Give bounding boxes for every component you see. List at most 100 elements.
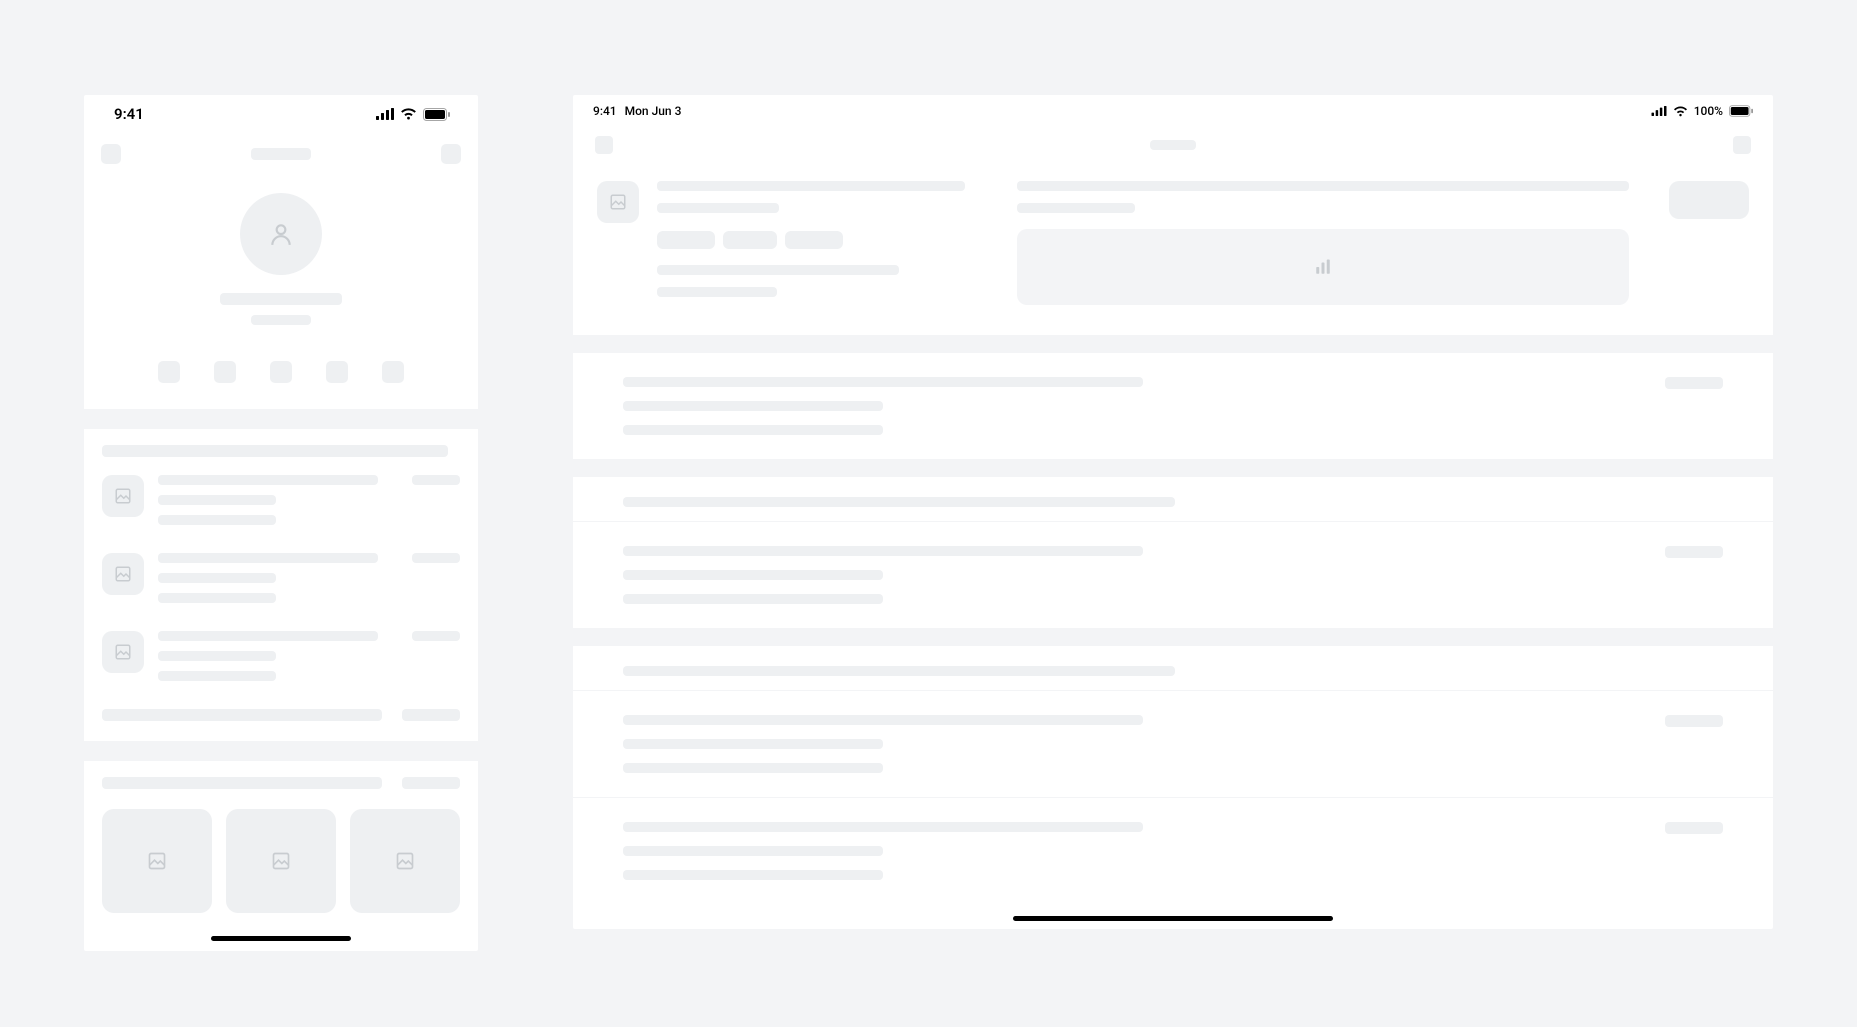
profile-action-1[interactable]: [214, 361, 236, 383]
table-row[interactable]: [573, 797, 1773, 904]
tile[interactable]: [102, 809, 212, 913]
home-indicator[interactable]: [211, 936, 351, 941]
list-item-thumb: [102, 631, 144, 673]
profile-action-row: [158, 361, 404, 383]
row-meta-placeholder: [1665, 546, 1723, 558]
tablet-list-section: [573, 353, 1773, 904]
nav-action-button[interactable]: [441, 144, 461, 164]
list-item-thumb: [102, 553, 144, 595]
tablet-hero: [573, 167, 1773, 335]
see-all-button[interactable]: [402, 709, 460, 721]
list-item-sub2-placeholder: [158, 593, 276, 603]
list-item-thumb: [102, 475, 144, 517]
table-row[interactable]: [573, 521, 1773, 628]
nav-action-button[interactable]: [1733, 136, 1751, 154]
row-sub-placeholder: [623, 570, 883, 580]
image-icon: [395, 851, 415, 871]
hero-body-placeholder: [657, 265, 899, 275]
hero-action-button[interactable]: [1669, 181, 1749, 219]
section-divider: [573, 628, 1773, 646]
row-title-placeholder: [623, 715, 1143, 725]
list-item-sub-placeholder: [158, 495, 276, 505]
row-sub-placeholder: [623, 401, 883, 411]
hero-title-placeholder: [657, 181, 965, 191]
list-item-body: [158, 631, 460, 681]
profile-action-2[interactable]: [270, 361, 292, 383]
list-item-sub2-placeholder: [158, 671, 276, 681]
see-all-button[interactable]: [402, 777, 460, 789]
phone-time: 9:41: [114, 105, 144, 123]
tablet-nav-bar: [573, 123, 1773, 167]
tablet-time: 9:41: [593, 104, 617, 118]
image-icon: [147, 851, 167, 871]
footer-title-placeholder: [102, 709, 382, 721]
row-sub2-placeholder: [623, 594, 883, 604]
section-header: [102, 777, 460, 789]
profile-action-0[interactable]: [158, 361, 180, 383]
nav-back-button[interactable]: [595, 136, 613, 154]
profile-subtitle-placeholder: [251, 315, 311, 325]
profile-name-placeholder: [220, 293, 342, 305]
list-item[interactable]: [102, 553, 460, 603]
row-title-placeholder: [623, 377, 1143, 387]
table-row[interactable]: [573, 690, 1773, 797]
section-divider: [84, 409, 478, 429]
battery-percent: 100%: [1694, 104, 1723, 118]
section-divider: [573, 335, 1773, 353]
hero-subtitle-placeholder: [657, 203, 779, 213]
hero-right-sub-placeholder: [1017, 203, 1135, 213]
row-title-placeholder: [623, 822, 1143, 832]
tablet-status-icons: 100%: [1651, 104, 1753, 118]
table-row[interactable]: [573, 353, 1773, 459]
list-item-meta-placeholder: [412, 475, 460, 485]
home-indicator[interactable]: [1013, 916, 1333, 921]
profile-header: [84, 175, 478, 409]
nav-title-placeholder: [251, 148, 311, 160]
list-item[interactable]: [102, 631, 460, 681]
chip[interactable]: [723, 231, 777, 249]
row-sub2-placeholder: [623, 870, 883, 880]
nav-back-button[interactable]: [101, 144, 121, 164]
phone-status-bar: 9:41: [84, 95, 478, 133]
tile[interactable]: [226, 809, 336, 913]
list-item-meta-placeholder: [412, 631, 460, 641]
section-header: [102, 445, 460, 457]
nav-title-placeholder: [1150, 140, 1196, 150]
iphone-frame: 9:41: [84, 95, 478, 951]
row-meta-placeholder: [1665, 377, 1723, 389]
chart-card[interactable]: [1017, 229, 1629, 305]
image-icon: [114, 565, 132, 583]
hero-right-title-placeholder: [1017, 181, 1629, 191]
row-sub2-placeholder: [623, 763, 883, 773]
section-footer: [102, 709, 460, 721]
list-item-sub2-placeholder: [158, 515, 276, 525]
profile-action-4[interactable]: [382, 361, 404, 383]
profile-action-3[interactable]: [326, 361, 348, 383]
phone-nav-bar: [84, 133, 478, 175]
chip[interactable]: [657, 231, 715, 249]
wifi-icon: [400, 108, 417, 120]
hero-left: [597, 181, 977, 297]
group-header: [573, 477, 1773, 521]
section-divider: [84, 741, 478, 761]
cellular-icon: [376, 108, 394, 120]
tablet-date: Mon Jun 3: [625, 104, 682, 118]
list-item-meta-placeholder: [412, 553, 460, 563]
tablet-status-bar: 9:41 Mon Jun 3 100%: [573, 99, 1773, 123]
avatar[interactable]: [240, 193, 322, 275]
list-item-body: [158, 553, 460, 603]
image-icon: [609, 193, 627, 211]
section-title-placeholder: [102, 777, 382, 789]
tile[interactable]: [350, 809, 460, 913]
list-item-body: [158, 475, 460, 525]
phone-tiles-section: [84, 761, 478, 913]
hero-right: [1017, 181, 1629, 305]
chip[interactable]: [785, 231, 843, 249]
list-item[interactable]: [102, 475, 460, 525]
section-title-placeholder: [102, 445, 448, 457]
phone-status-icons: [376, 108, 450, 121]
hero-body2-placeholder: [657, 287, 777, 297]
section-divider: [573, 459, 1773, 477]
image-icon: [271, 851, 291, 871]
image-icon: [114, 643, 132, 661]
